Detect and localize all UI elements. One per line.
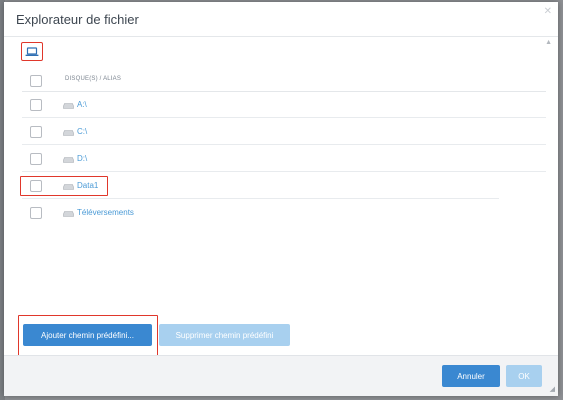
drive-icon	[63, 211, 74, 217]
ok-button[interactable]: OK	[506, 365, 542, 387]
drive-label[interactable]: Téléversements	[77, 208, 134, 217]
resize-grip-icon[interactable]: ◢	[550, 385, 555, 393]
selection-highlight	[20, 176, 108, 196]
table-header: DISQUE(S) / ALIAS	[22, 70, 546, 90]
dialog-title: Explorateur de fichier	[16, 12, 139, 27]
drive-label[interactable]: D:\	[77, 154, 87, 163]
cancel-button[interactable]: Annuler	[442, 365, 500, 387]
row-divider	[22, 144, 546, 145]
computer-button[interactable]	[21, 42, 43, 61]
row-checkbox[interactable]	[30, 99, 42, 111]
row-divider	[22, 117, 546, 118]
dialog-footer: Annuler OK ◢	[4, 355, 558, 396]
row-divider	[22, 198, 499, 199]
table-row[interactable]: A:\	[22, 92, 546, 118]
drive-icon	[63, 130, 74, 136]
table-row[interactable]: D:\	[22, 146, 546, 172]
action-highlight	[18, 315, 158, 357]
row-divider	[22, 171, 546, 172]
table-row[interactable]: Téléversements	[22, 200, 546, 226]
title-divider	[4, 36, 558, 37]
drive-label[interactable]: A:\	[77, 100, 87, 109]
remove-preset-path-button[interactable]: Supprimer chemin prédéfini	[159, 324, 290, 346]
close-icon[interactable]: ✕	[544, 6, 552, 17]
scroll-up-icon[interactable]: ▲	[545, 39, 552, 46]
column-header-drives: DISQUE(S) / ALIAS	[65, 76, 122, 82]
drive-icon	[63, 157, 74, 163]
row-checkbox[interactable]	[30, 153, 42, 165]
table-row[interactable]: C:\	[22, 119, 546, 145]
select-all-checkbox[interactable]	[30, 75, 42, 87]
drive-label[interactable]: C:\	[77, 127, 87, 136]
file-explorer-dialog: Explorateur de fichier ✕ ▲ DISQUE(S) / A…	[4, 2, 558, 396]
row-checkbox[interactable]	[30, 126, 42, 138]
row-checkbox[interactable]	[30, 207, 42, 219]
laptop-icon	[25, 46, 39, 56]
drive-icon	[63, 103, 74, 109]
